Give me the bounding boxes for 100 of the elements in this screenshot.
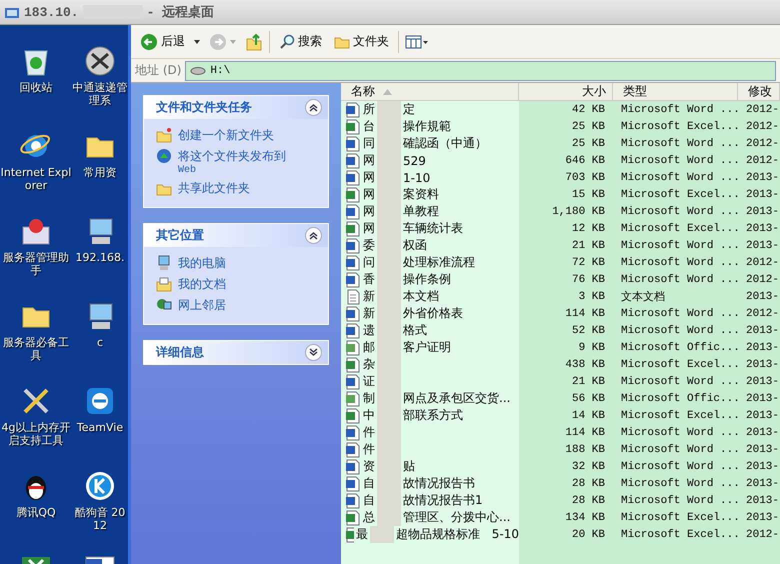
file-name[interactable]: 客户证明 — [403, 339, 451, 356]
desktop-icon-label[interactable]: 回收站 — [0, 81, 72, 94]
desktop-icon-label[interactable]: 常用资 — [72, 166, 128, 179]
file-name[interactable]: 1-10 — [403, 170, 430, 184]
file-type: Microsoft Word ... — [620, 256, 738, 270]
file-name[interactable]: 故情况报告书1 — [403, 492, 483, 509]
file-name[interactable]: 杂 — [363, 356, 375, 373]
file-name[interactable]: 台 — [363, 118, 375, 135]
document-icon — [345, 136, 361, 152]
file-name[interactable]: 超物品规格标准 5-10 — [396, 526, 519, 543]
task-link[interactable]: 网上邻居 — [156, 297, 318, 314]
task-link[interactable]: 创建一个新文件夹 — [156, 127, 318, 144]
file-name[interactable]: 贴 — [403, 458, 415, 475]
file-name[interactable]: 操作条例 — [403, 271, 451, 288]
task-link[interactable]: 共享此文件夹 — [156, 180, 318, 197]
panel-title: 文件和文件夹任务 — [156, 99, 252, 116]
collapse-button[interactable] — [305, 227, 322, 244]
search-button[interactable]: 搜索 — [276, 31, 325, 52]
file-date: 2013- — [745, 494, 780, 508]
file-name[interactable]: 外省价格表 — [403, 305, 463, 322]
desktop-icon-label[interactable]: 192.168. — [72, 251, 128, 264]
task-link[interactable]: 将这个文件夹发布到 Web — [156, 148, 318, 176]
desktop-icon-label[interactable]: 服务器管理助手 — [0, 251, 72, 277]
caret-icon[interactable] — [194, 40, 200, 44]
file-name[interactable]: 自 — [363, 492, 375, 509]
back-button[interactable]: 后退 — [137, 30, 188, 52]
expand-button[interactable] — [305, 344, 322, 361]
file-name[interactable]: 遗 — [363, 322, 375, 339]
file-type: Microsoft Word ... — [620, 460, 738, 474]
spreadsheet-icon — [345, 356, 361, 372]
file-name[interactable]: 定 — [403, 101, 415, 118]
file-name[interactable]: 格式 — [403, 322, 427, 339]
file-name[interactable]: 权函 — [403, 237, 427, 254]
file-name[interactable]: 总 — [363, 509, 375, 526]
file-name[interactable]: 委 — [363, 237, 375, 254]
file-name[interactable]: 网 — [363, 203, 375, 220]
file-name[interactable]: 问 — [363, 254, 375, 271]
file-name[interactable]: 邮 — [363, 339, 375, 356]
collapse-button[interactable] — [305, 99, 322, 116]
file-name[interactable]: 同 — [363, 135, 375, 152]
desktop-icon-label[interactable]: Internet Explorer — [0, 166, 72, 192]
file-name[interactable]: 单教程 — [403, 203, 439, 220]
file-name[interactable]: 资 — [363, 458, 375, 475]
file-size: 3 KB — [578, 290, 606, 304]
file-type: Microsoft Excel... — [620, 120, 738, 134]
file-size: 9 KB — [578, 340, 606, 356]
file-name[interactable]: 网 — [363, 152, 375, 169]
search-icon — [279, 34, 295, 50]
file-name[interactable]: 本文档 — [403, 288, 439, 305]
file-name[interactable]: 制 — [363, 390, 375, 407]
file-name[interactable]: 529 — [403, 154, 426, 168]
desktop-icon-label[interactable]: 中通速递管理系 — [72, 81, 128, 107]
documents-folder-icon — [156, 276, 172, 292]
file-name[interactable]: 车辆统计表 — [403, 220, 463, 237]
file-name[interactable]: 件 — [363, 441, 375, 458]
file-name[interactable]: 操作規範 — [403, 118, 451, 135]
file-name[interactable]: 案资料 — [403, 186, 439, 203]
file-date: 2013- — [745, 170, 780, 186]
file-name[interactable]: 故情况报告书 — [403, 475, 475, 492]
desktop-icon-label[interactable]: 腾讯QQ — [0, 506, 72, 519]
file-size: 1,180 KB — [551, 204, 606, 220]
file-name[interactable]: 新 — [363, 305, 375, 322]
file-size: 28 KB — [570, 494, 606, 508]
column-header[interactable]: 类型 — [613, 83, 738, 100]
task-link[interactable]: 我的电脑 — [156, 255, 318, 272]
file-name[interactable]: 处理标准流程 — [403, 254, 475, 271]
file-name[interactable]: 部联系方式 — [403, 407, 463, 424]
file-name[interactable]: 最 — [356, 526, 368, 543]
drive-icon — [190, 66, 206, 76]
file-name[interactable]: 自 — [363, 475, 375, 492]
desktop-icon-label[interactable]: 酷狗音 2012 — [72, 506, 128, 532]
column-header[interactable]: 大小 — [519, 83, 613, 100]
document-icon — [345, 322, 361, 338]
file-name[interactable]: 网 — [363, 186, 375, 203]
file-name[interactable]: 所 — [363, 101, 375, 118]
file-name[interactable]: 网 — [363, 220, 375, 237]
file-name[interactable]: 证 — [363, 373, 375, 390]
task-link[interactable]: 我的文档 — [156, 276, 318, 293]
file-date: 2013- — [745, 222, 780, 236]
file-name[interactable]: 件 — [363, 424, 375, 441]
file-type: Microsoft Word ... — [620, 272, 738, 288]
desktop-icon-label[interactable]: 4g以上内存开启支持工具 — [0, 421, 72, 447]
file-name[interactable]: 確認函（中通） — [403, 135, 487, 152]
file-name[interactable]: 新 — [363, 288, 375, 305]
document-icon — [345, 238, 361, 254]
file-name[interactable]: 香 — [363, 271, 375, 288]
file-name[interactable]: 网 — [363, 169, 375, 186]
file-name[interactable]: 网点及承包区交货... — [403, 390, 510, 407]
folders-button[interactable]: 文件夹 — [331, 31, 392, 52]
views-icon[interactable] — [405, 34, 429, 50]
column-header[interactable]: 名称 — [341, 83, 519, 100]
address-field[interactable]: H:\ — [185, 60, 776, 80]
desktop-icon-label[interactable]: 服务器必备工具 — [0, 336, 72, 362]
folder-up-icon[interactable] — [245, 32, 263, 50]
file-type: Microsoft Word ... — [620, 476, 738, 492]
column-header[interactable]: 修改 — [738, 83, 780, 100]
file-name[interactable]: 管理区、分拨中心... — [403, 509, 510, 526]
desktop-icon-label[interactable]: c — [72, 336, 128, 349]
desktop-icon-label[interactable]: TeamVie — [72, 421, 128, 434]
file-name[interactable]: 中 — [363, 407, 375, 424]
